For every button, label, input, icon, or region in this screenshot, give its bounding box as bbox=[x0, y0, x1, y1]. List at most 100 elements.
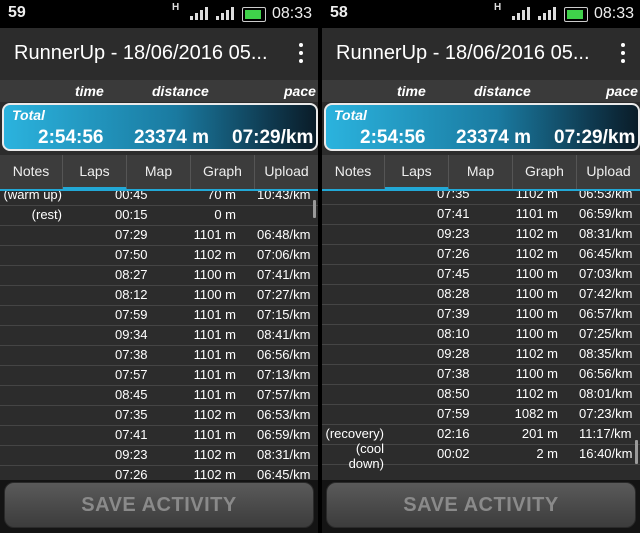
lap-pace: 06:45/km bbox=[579, 246, 633, 261]
lap-pace: 07:25/km bbox=[579, 326, 633, 341]
lap-distance: 1101 m bbox=[193, 307, 236, 322]
lap-distance: 1100 m bbox=[515, 266, 558, 281]
col-time-label: time bbox=[397, 83, 426, 99]
lap-distance: 1101 m bbox=[193, 387, 236, 402]
lap-time: 07:50 bbox=[115, 247, 148, 262]
lap-pace: 06:56/km bbox=[257, 347, 311, 362]
summary-header: time distance pace bbox=[0, 80, 318, 102]
lap-distance: 1101 m bbox=[193, 347, 236, 362]
lap-time: 09:34 bbox=[115, 327, 148, 342]
lap-pace: 08:41/km bbox=[257, 327, 311, 342]
status-bar: 58 H 08:33 bbox=[322, 0, 640, 28]
scrollbar-thumb[interactable] bbox=[313, 200, 316, 218]
lap-name: (rest) bbox=[31, 207, 62, 222]
notification-count: 58 bbox=[330, 4, 348, 21]
lap-pace: 07:41/km bbox=[257, 267, 311, 282]
lap-pace: 07:57/km bbox=[257, 387, 311, 402]
tab-bar: Notes Laps Map Graph Upload bbox=[322, 155, 640, 191]
tab-laps[interactable]: Laps bbox=[63, 155, 127, 191]
lap-name: (recovery) bbox=[325, 426, 384, 441]
lap-row: 08:27 1100 m 07:41/km bbox=[0, 264, 318, 286]
total-time: 2:54:56 bbox=[38, 127, 104, 148]
laps-list[interactable]: (warm up) 00:45 70 m 10:43/km (rest) 00:15 0 m… bbox=[0, 191, 318, 480]
status-time: 08:33 bbox=[593, 5, 634, 22]
screens: 59 H 08:33 RunnerUp - 18/06/2016 05... t… bbox=[0, 0, 640, 533]
lap-time: 07:59 bbox=[115, 307, 148, 322]
lap-row: 09:34 1101 m 08:41/km bbox=[0, 324, 318, 346]
lap-row: 07:35 1102 m 06:53/km bbox=[0, 404, 318, 426]
lap-time: 07:59 bbox=[437, 406, 470, 421]
lap-row: 07:26 1102 m 06:45/km bbox=[0, 464, 318, 480]
lap-pace: 11:17/km bbox=[579, 426, 632, 441]
lap-time: 00:45 bbox=[115, 191, 148, 202]
lap-row: 07:39 1100 m 06:57/km bbox=[322, 303, 640, 325]
lap-pace: 07:13/km bbox=[257, 367, 311, 382]
lap-time: 08:10 bbox=[437, 326, 470, 341]
tab-bar: Notes Laps Map Graph Upload bbox=[0, 155, 318, 191]
lap-distance: 0 m bbox=[214, 207, 236, 222]
tab-map[interactable]: Map bbox=[449, 155, 513, 191]
lap-time: 07:38 bbox=[115, 347, 148, 362]
lap-distance: 1102 m bbox=[193, 447, 236, 462]
lap-distance: 1101 m bbox=[515, 206, 558, 221]
lap-row: 07:59 1101 m 07:15/km bbox=[0, 304, 318, 326]
overflow-menu-icon[interactable] bbox=[616, 40, 630, 68]
lap-distance: 1101 m bbox=[193, 427, 236, 442]
lap-row: 07:26 1102 m 06:45/km bbox=[322, 243, 640, 265]
lap-time: 07:57 bbox=[115, 367, 148, 382]
tab-map[interactable]: Map bbox=[127, 155, 191, 191]
total-summary: Total 2:54:56 23374 m 07:29/km bbox=[324, 103, 640, 151]
lap-time: 09:28 bbox=[437, 346, 470, 361]
save-activity-button[interactable]: SAVE ACTIVITY bbox=[326, 482, 636, 528]
scrollbar-thumb[interactable] bbox=[635, 440, 638, 464]
tab-notes[interactable]: Notes bbox=[322, 155, 385, 191]
tab-graph[interactable]: Graph bbox=[191, 155, 255, 191]
lap-pace: 08:31/km bbox=[579, 226, 633, 241]
lap-row: 07:41 1101 m 06:59/km bbox=[0, 424, 318, 446]
lap-distance: 1102 m bbox=[515, 386, 558, 401]
lap-time: 08:50 bbox=[437, 386, 470, 401]
lap-time: 07:29 bbox=[115, 227, 148, 242]
tab-upload[interactable]: Upload bbox=[255, 155, 318, 191]
lap-time: 08:12 bbox=[115, 287, 148, 302]
signal-icon bbox=[216, 7, 234, 20]
total-summary: Total 2:54:56 23374 m 07:29/km bbox=[2, 103, 318, 151]
lap-distance: 1100 m bbox=[193, 267, 236, 282]
app-title: RunnerUp - 18/06/2016 05... bbox=[14, 42, 268, 64]
lap-time: 07:26 bbox=[437, 246, 470, 261]
action-bar: RunnerUp - 18/06/2016 05... bbox=[322, 28, 640, 80]
signal-icon bbox=[538, 7, 556, 20]
lap-pace: 08:01/km bbox=[579, 386, 633, 401]
lap-pace: 06:53/km bbox=[257, 407, 311, 422]
lap-pace: 16:40/km bbox=[579, 446, 633, 461]
lap-distance: 1102 m bbox=[515, 246, 558, 261]
lap-distance: 1102 m bbox=[193, 407, 236, 422]
lap-pace: 08:35/km bbox=[579, 346, 633, 361]
status-time: 08:33 bbox=[271, 5, 312, 22]
lap-distance: 2 m bbox=[536, 446, 558, 461]
lap-row: 07:29 1101 m 06:48/km bbox=[0, 224, 318, 246]
lap-row: (rest) 00:15 0 m bbox=[0, 204, 318, 226]
lap-pace: 06:48/km bbox=[257, 227, 311, 242]
lap-name: (warm up) bbox=[3, 191, 62, 202]
col-distance-label: distance bbox=[474, 83, 531, 99]
save-activity-button[interactable]: SAVE ACTIVITY bbox=[4, 482, 314, 528]
col-pace-label: pace bbox=[606, 83, 638, 99]
lap-row: 08:50 1102 m 08:01/km bbox=[322, 383, 640, 405]
lap-distance: 1101 m bbox=[193, 227, 236, 242]
lap-row: 08:45 1101 m 07:57/km bbox=[0, 384, 318, 406]
total-label: Total bbox=[334, 107, 367, 123]
lap-pace: 06:57/km bbox=[579, 306, 633, 321]
laps-list[interactable]: 07:35 1102 m 06:53/km 07:41 1101 m 06:59/km 09… bbox=[322, 191, 640, 480]
tab-upload[interactable]: Upload bbox=[577, 155, 640, 191]
tab-notes[interactable]: Notes bbox=[0, 155, 63, 191]
network-type: H bbox=[494, 2, 502, 13]
lap-row: (cool down) 00:02 2 m 16:40/km bbox=[322, 441, 640, 471]
lap-distance: 1100 m bbox=[193, 287, 236, 302]
signal-icon bbox=[512, 7, 530, 20]
lap-distance: 70 m bbox=[207, 191, 236, 202]
overflow-menu-icon[interactable] bbox=[294, 40, 308, 68]
tab-graph[interactable]: Graph bbox=[513, 155, 577, 191]
save-bar: SAVE ACTIVITY bbox=[322, 480, 640, 533]
tab-laps[interactable]: Laps bbox=[385, 155, 449, 191]
